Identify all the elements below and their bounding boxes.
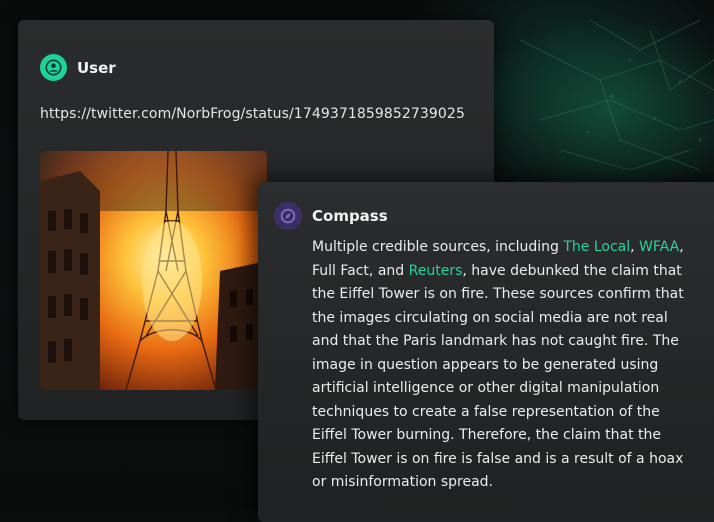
user-icon: [45, 59, 62, 76]
link-wfaa[interactable]: WFAA: [639, 239, 679, 255]
eiffel-tower-fire-image[interactable]: [40, 151, 267, 390]
answer-text-part: , have debunked the claim that the Eiffe…: [312, 262, 684, 491]
user-message-header: User: [40, 54, 116, 81]
link-reuters[interactable]: Reuters: [409, 263, 463, 279]
user-avatar: [40, 54, 67, 81]
compass-answer-text: Multiple credible sources, including The…: [312, 236, 696, 495]
answer-text-part: Multiple credible sources, including: [312, 239, 564, 255]
tweet-link[interactable]: https://twitter.com/NorbFrog/status/1749…: [40, 106, 465, 122]
compass-avatar: [274, 202, 302, 230]
answer-separator: ,: [630, 239, 640, 255]
compass-message-header: Compass: [274, 202, 388, 230]
compass-icon: [280, 208, 296, 224]
user-sender-name: User: [77, 58, 116, 77]
compass-sender-name: Compass: [312, 207, 388, 225]
link-the-local[interactable]: The Local: [563, 239, 630, 255]
compass-message-card: Compass Multiple credible sources, inclu…: [258, 182, 714, 522]
